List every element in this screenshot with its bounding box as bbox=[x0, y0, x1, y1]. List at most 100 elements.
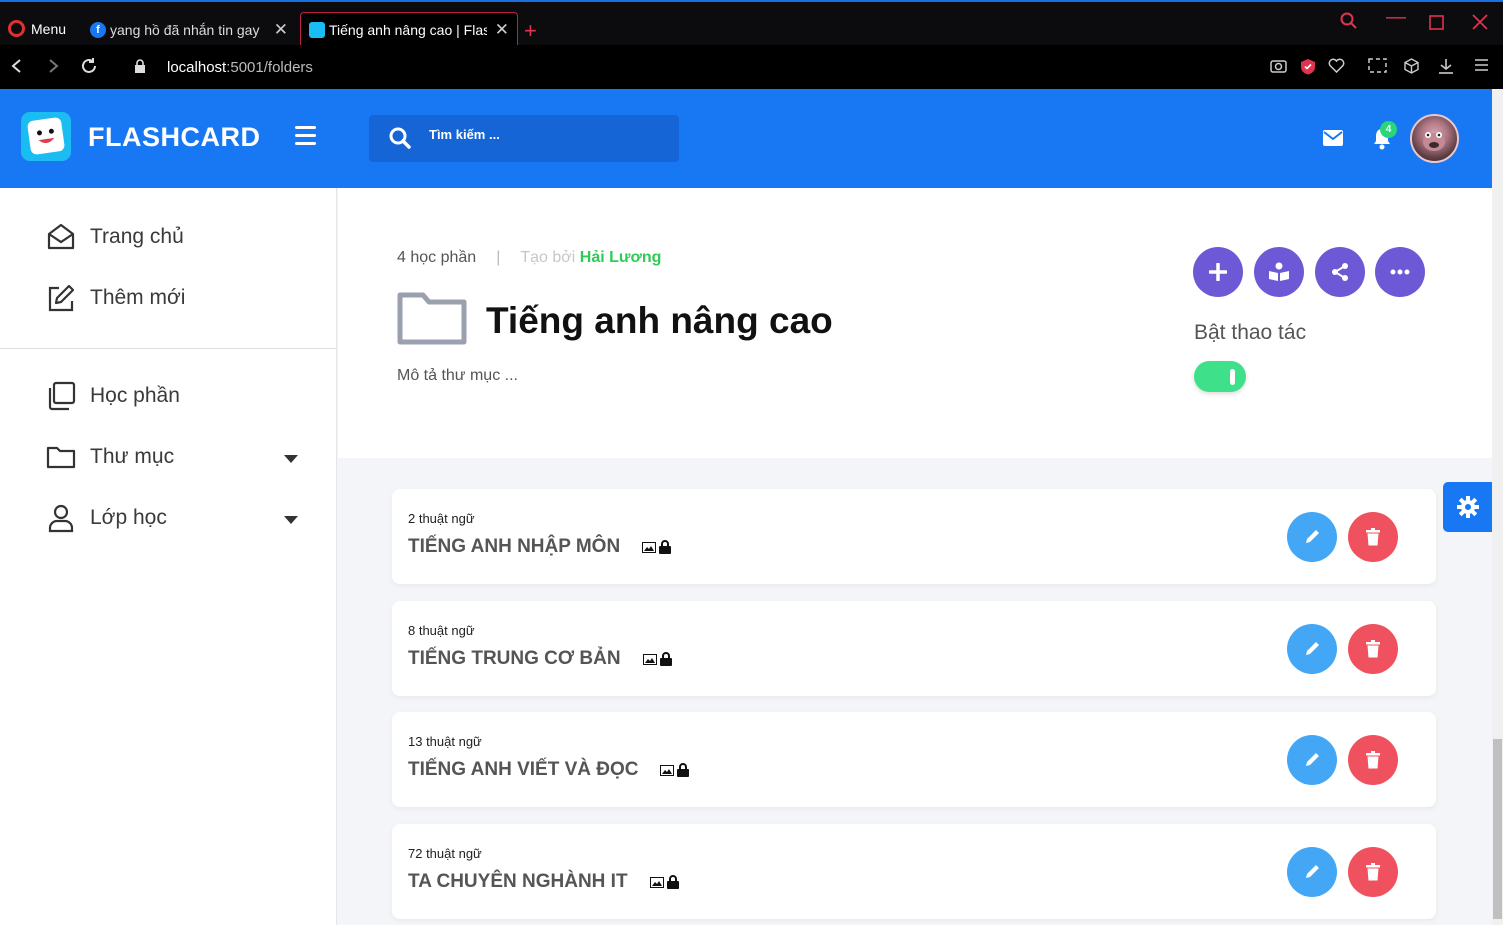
tab-flashcard[interactable]: Tiếng anh nâng cao | Flashcard ✕ bbox=[300, 12, 518, 47]
sidebar-item-study-sets[interactable]: Học phần bbox=[46, 381, 180, 411]
edit-set-button[interactable] bbox=[1287, 735, 1337, 785]
lock-icon bbox=[666, 875, 679, 889]
app-header: FLASHCARD bbox=[0, 89, 1492, 188]
page-scrollbar[interactable] bbox=[1492, 89, 1503, 925]
folders-chevron-down-icon[interactable] bbox=[284, 455, 298, 463]
brand-name[interactable]: FLASHCARD bbox=[88, 122, 261, 153]
set-name: TIẾNG TRUNG CƠ BẢN bbox=[408, 648, 672, 670]
user-icon bbox=[48, 504, 74, 533]
snapshot-icon[interactable] bbox=[1368, 58, 1387, 78]
sidebar-item-label: Thêm mới bbox=[90, 286, 186, 309]
opera-logo-icon bbox=[8, 20, 25, 37]
search-icon[interactable] bbox=[389, 127, 411, 154]
sidebar-item-add-new[interactable]: Thêm mới bbox=[46, 283, 185, 313]
pencil-icon bbox=[1306, 530, 1319, 543]
minimize-icon[interactable]: — bbox=[1386, 6, 1406, 29]
author-link[interactable]: Hải Lương bbox=[580, 249, 662, 266]
close-tab-icon[interactable]: ✕ bbox=[274, 20, 288, 40]
notification-badge: 4 bbox=[1380, 121, 1397, 138]
delete-set-button[interactable] bbox=[1348, 624, 1398, 674]
sidebar: Trang chủ Thêm mới Học phần Thư mục Lớp … bbox=[0, 188, 337, 925]
scrollbar-thumb[interactable] bbox=[1493, 739, 1502, 919]
set-badges bbox=[642, 540, 672, 554]
easy-setup-icon[interactable] bbox=[1474, 58, 1489, 77]
close-tab-icon[interactable]: ✕ bbox=[495, 20, 509, 40]
set-badges bbox=[649, 875, 679, 889]
folder-meta: 4 học phần | Tạo bởi Hải Lương bbox=[397, 249, 661, 267]
cube-icon[interactable] bbox=[1404, 58, 1419, 79]
gear-icon bbox=[1457, 496, 1479, 518]
back-icon[interactable] bbox=[10, 57, 24, 80]
hamburger-menu-icon[interactable] bbox=[295, 126, 316, 150]
classes-chevron-down-icon[interactable] bbox=[284, 516, 298, 524]
reload-icon[interactable] bbox=[80, 57, 98, 81]
sidebar-item-home[interactable]: Trang chủ bbox=[46, 222, 184, 252]
main-content: 4 học phần | Tạo bởi Hải Lương Tiếng anh n… bbox=[338, 188, 1492, 925]
list-item[interactable]: 2 thuật ngữ TIẾNG ANH NHẬP MÔN bbox=[392, 489, 1436, 584]
maximize-icon[interactable] bbox=[1429, 13, 1444, 36]
lock-icon bbox=[659, 652, 672, 666]
list-item[interactable]: 13 thuật ngữ TIẾNG ANH VIẾT VÀ ĐỌC bbox=[392, 712, 1436, 807]
sidebar-item-classes[interactable]: Lớp học bbox=[46, 503, 167, 533]
image-icon bbox=[642, 653, 657, 665]
url-field[interactable]: localhost:5001/folders bbox=[167, 59, 313, 76]
term-count: 13 thuật ngữ bbox=[408, 734, 482, 749]
search-box[interactable] bbox=[369, 115, 679, 162]
toggle-actions-switch[interactable] bbox=[1194, 361, 1246, 392]
new-tab-icon[interactable]: + bbox=[524, 18, 537, 44]
study-button[interactable] bbox=[1254, 247, 1304, 297]
meta-separator: | bbox=[496, 249, 501, 266]
set-name: TA CHUYÊN NGHÀNH IT bbox=[408, 871, 679, 893]
set-name: TIẾNG ANH NHẬP MÔN bbox=[408, 536, 672, 558]
add-set-button[interactable] bbox=[1193, 247, 1243, 297]
close-window-icon[interactable] bbox=[1472, 13, 1488, 36]
flashcard-logo[interactable] bbox=[21, 112, 71, 161]
folder-icon bbox=[46, 446, 76, 469]
edit-icon bbox=[48, 284, 75, 312]
set-name: TIẾNG ANH VIẾT VÀ ĐỌC bbox=[408, 759, 690, 781]
book-reader-icon bbox=[1269, 262, 1289, 281]
edit-set-button[interactable] bbox=[1287, 512, 1337, 562]
toggle-actions-label: Bật thao tác bbox=[1194, 321, 1307, 344]
tab-title: Tiếng anh nâng cao | Flashcard bbox=[329, 22, 487, 38]
opera-menu-button[interactable]: Menu bbox=[8, 20, 66, 37]
tab-title: yang hồ đã nhắn tin gay bbox=[110, 21, 260, 38]
pencil-icon bbox=[1306, 753, 1319, 766]
list-item[interactable]: 8 thuật ngữ TIẾNG TRUNG CƠ BẢN bbox=[392, 601, 1436, 696]
heart-icon[interactable] bbox=[1328, 58, 1345, 78]
cards-icon bbox=[48, 381, 76, 411]
tab-facebook[interactable]: f yang hồ đã nhắn tin gay ✕ bbox=[82, 12, 296, 47]
term-count: 2 thuật ngữ bbox=[408, 511, 475, 526]
url-path: :5001/folders bbox=[226, 59, 313, 76]
camera-icon[interactable] bbox=[1270, 58, 1287, 78]
sidebar-item-folders[interactable]: Thư mục bbox=[46, 442, 174, 472]
list-item[interactable]: 72 thuật ngữ TA CHUYÊN NGHÀNH IT bbox=[392, 824, 1436, 919]
sidebar-divider bbox=[0, 348, 336, 349]
mail-icon[interactable] bbox=[1323, 130, 1343, 151]
more-options-button[interactable] bbox=[1375, 247, 1425, 297]
search-input[interactable] bbox=[429, 127, 649, 142]
adblock-shield-icon[interactable] bbox=[1300, 58, 1316, 80]
trash-icon bbox=[1366, 751, 1380, 769]
address-bar: localhost:5001/folders bbox=[0, 45, 1503, 89]
image-icon bbox=[660, 764, 675, 776]
edit-set-button[interactable] bbox=[1287, 624, 1337, 674]
delete-set-button[interactable] bbox=[1348, 512, 1398, 562]
lock-icon bbox=[677, 763, 690, 777]
tab-bar: Menu f yang hồ đã nhắn tin gay ✕ Tiếng a… bbox=[0, 0, 1503, 47]
avatar[interactable] bbox=[1410, 114, 1459, 163]
search-tabs-icon[interactable] bbox=[1340, 12, 1358, 36]
download-icon[interactable] bbox=[1438, 58, 1454, 79]
settings-gear-button[interactable] bbox=[1443, 482, 1493, 532]
term-count: 8 thuật ngữ bbox=[408, 623, 475, 638]
delete-set-button[interactable] bbox=[1348, 735, 1398, 785]
facebook-icon: f bbox=[90, 21, 106, 38]
forward-icon[interactable] bbox=[46, 57, 60, 80]
edit-set-button[interactable] bbox=[1287, 847, 1337, 897]
folder-title: Tiếng anh nâng cao bbox=[486, 300, 833, 341]
pencil-icon bbox=[1306, 865, 1319, 878]
delete-set-button[interactable] bbox=[1348, 847, 1398, 897]
created-by-label: Tạo bởi bbox=[520, 249, 576, 266]
more-dots-icon bbox=[1390, 269, 1410, 275]
share-button[interactable] bbox=[1315, 247, 1365, 297]
